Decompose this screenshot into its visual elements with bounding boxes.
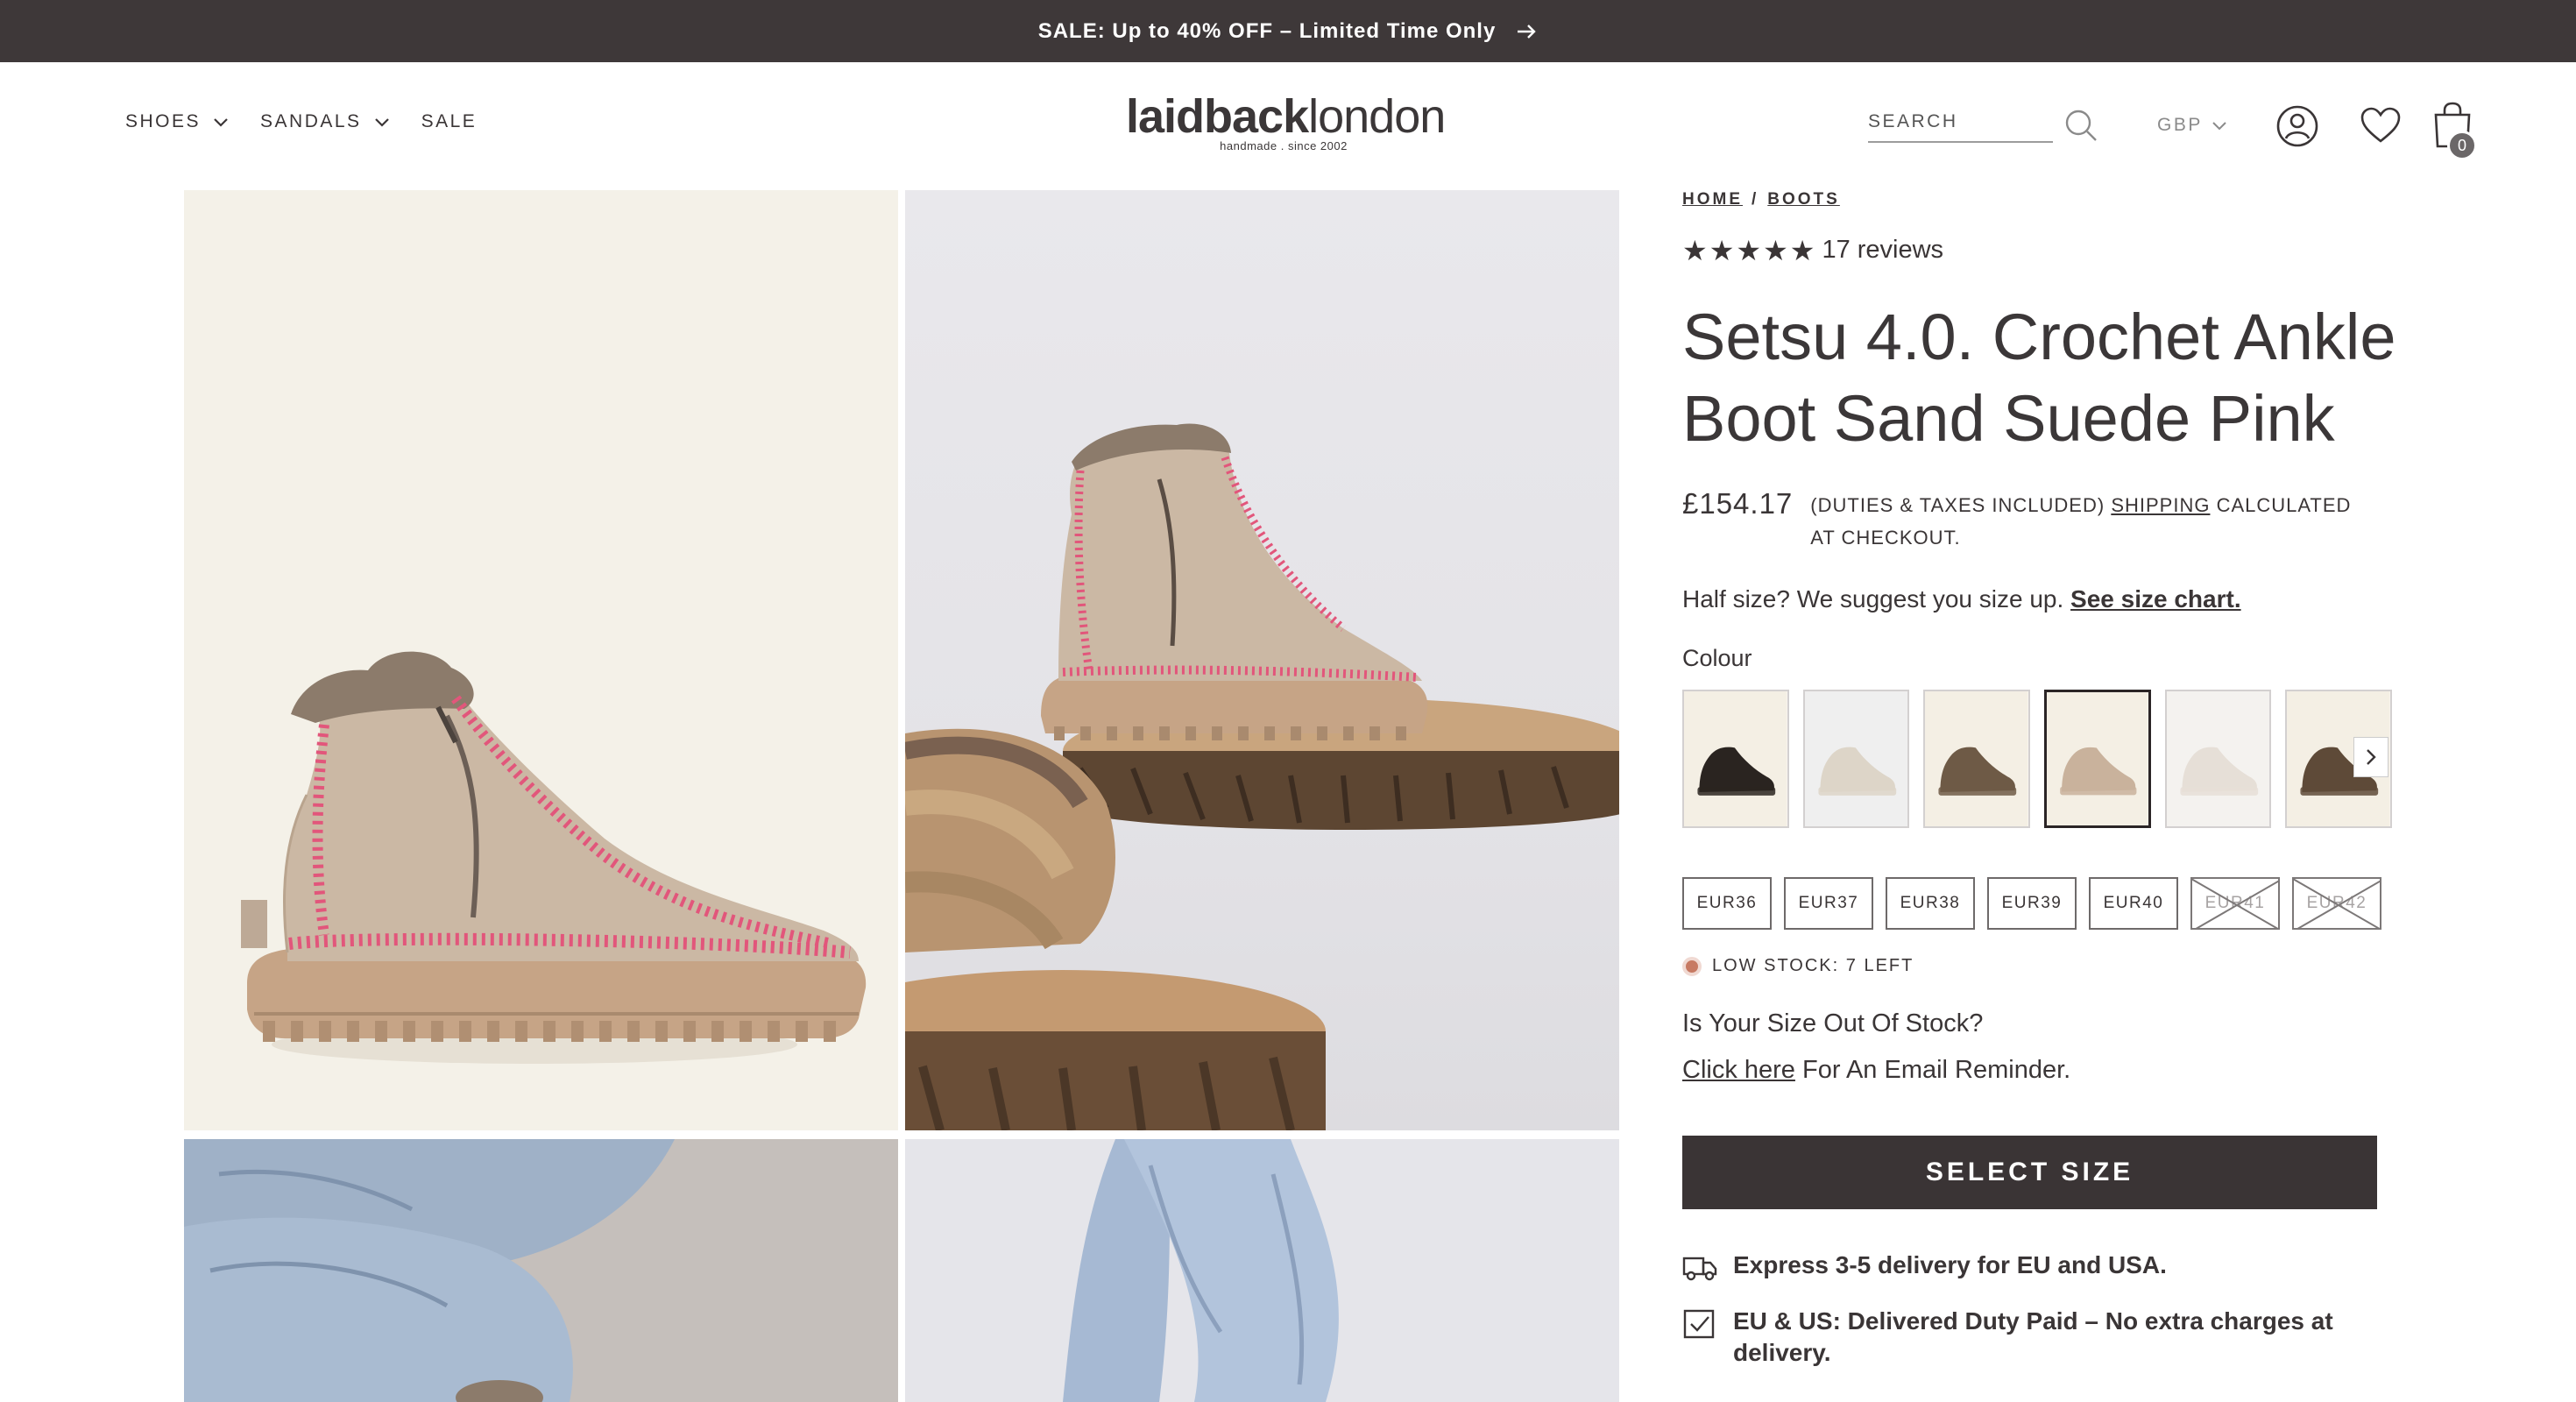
colour-label: Colour (1682, 645, 1752, 671)
colour-swatch-sand-pink[interactable] (2044, 690, 2151, 828)
announcement-bar[interactable]: SALE: Up to 40% OFF – Limited Time Only (0, 0, 2576, 62)
swatch-thumbnail (1804, 691, 1908, 826)
swatch-thumbnail (2047, 692, 2148, 825)
boot-on-log-illustration (905, 423, 1619, 1130)
product-image-worn-standing[interactable] (905, 1139, 1619, 1402)
colour-swatch-brown[interactable] (1923, 690, 2031, 828)
size-hint: Half size? We suggest you size up. See s… (1682, 585, 2396, 613)
chevron-down-icon (374, 118, 389, 127)
currency-selector[interactable]: GBP (2157, 115, 2227, 136)
product-title: Setsu 4.0. Crochet Ankle Boot Sand Suede… (1682, 301, 2396, 455)
nav-item-sandals[interactable]: SANDALS (260, 111, 390, 132)
swatch-thumbnail (2166, 691, 2270, 826)
out-of-stock-question: Is Your Size Out Of Stock? (1682, 1009, 1984, 1037)
perk-express-delivery: Express 3-5 delivery for EU and USA. (1682, 1250, 2392, 1283)
size-option-eur42[interactable]: EUR42 (2292, 877, 2381, 930)
price-row: £154.17 (DUTIES & TAXES INCLUDED) SHIPPI… (1682, 487, 2396, 554)
email-reminder-row: Click here For An Email Reminder. (1682, 1056, 2396, 1085)
perk-text: Express 3-5 delivery for EU and USA. (1733, 1251, 2167, 1278)
colour-swatches (1682, 690, 2393, 828)
nav-item-label: SANDALS (260, 111, 362, 131)
site-header: SHOES SANDALS SALE laidbacklondon handma… (0, 62, 2576, 190)
size-option-eur36[interactable]: EUR36 (1682, 877, 1772, 930)
chevron-down-icon (2212, 122, 2226, 131)
account-icon[interactable] (2275, 104, 2319, 148)
select-size-button[interactable]: SELECT SIZE (1682, 1136, 2377, 1209)
jeans-illustration (184, 1139, 898, 1402)
cart-count-badge: 0 (2447, 131, 2477, 160)
product-image-side-view[interactable] (184, 190, 898, 1130)
breadcrumb-boots-link[interactable]: BOOTS (1767, 190, 1840, 209)
tax-note: (DUTIES & TAXES INCLUDED) SHIPPING CALCU… (1810, 489, 2380, 554)
product-price: £154.17 (1682, 487, 1794, 520)
main-nav: SHOES SANDALS SALE (125, 111, 477, 132)
size-option-eur40[interactable]: EUR40 (2089, 877, 2178, 930)
colour-swatch-cream-lifestyle[interactable] (1802, 690, 1910, 828)
stock-status-dot (1682, 956, 1702, 976)
stock-text: LOW STOCK: 7 LEFT (1712, 956, 1914, 975)
search-input[interactable]: SEARCH (1868, 108, 2053, 143)
chevron-down-icon (214, 118, 228, 127)
currency-value: GBP (2157, 115, 2203, 135)
legs-illustration (905, 1139, 1619, 1402)
star-icon: ★ (1789, 234, 1815, 266)
star-icon: ★ (1682, 234, 1708, 266)
product-gallery (184, 190, 1619, 1402)
announcement-text: SALE: Up to 40% OFF – Limited Time Only (1037, 18, 1497, 43)
colour-swatch-off-white[interactable] (2164, 690, 2272, 828)
tax-note-text: (DUTIES & TAXES INCLUDED) (1810, 494, 2112, 516)
email-reminder-text: For An Email Reminder. (1794, 1056, 2071, 1084)
arrow-right-icon (1518, 24, 1537, 39)
size-option-eur39[interactable]: EUR39 (1987, 877, 2077, 930)
wishlist-heart-icon[interactable] (2360, 106, 2402, 145)
size-chart-link[interactable]: See size chart. (2070, 585, 2241, 612)
breadcrumb: HOME / BOOTS (1682, 190, 2396, 209)
star-icon: ★ (1709, 234, 1735, 266)
product-rating[interactable]: ★ ★ ★ ★ ★ 17 reviews (1682, 236, 2396, 265)
search-icon[interactable] (2063, 108, 2098, 143)
boot-illustration (241, 651, 867, 1064)
stock-indicator: LOW STOCK: 7 LEFT (1682, 956, 2396, 976)
email-reminder-link[interactable]: Click here (1682, 1056, 1795, 1084)
star-icon: ★ (1763, 234, 1788, 266)
product-image-lifestyle-log[interactable] (905, 190, 1619, 1130)
breadcrumb-separator: / (1752, 190, 1759, 209)
size-option-eur38[interactable]: EUR38 (1886, 877, 1975, 930)
nav-item-shoes[interactable]: SHOES (125, 111, 229, 132)
search-placeholder: SEARCH (1868, 111, 1958, 131)
colour-swatch-black[interactable] (1682, 690, 1789, 828)
swatch-thumbnail (1925, 691, 2029, 826)
swatch-thumbnail (1684, 691, 1787, 826)
perk-text: EU & US: Delivered Duty Paid – No extra … (1733, 1307, 2333, 1366)
product-details: HOME / BOOTS ★ ★ ★ ★ ★ 17 reviews Setsu 4.0.… (1682, 190, 2396, 1369)
breadcrumb-home-link[interactable]: HOME (1682, 190, 1743, 209)
shipping-link[interactable]: SHIPPING (2111, 494, 2210, 516)
rating-stars: ★ ★ ★ ★ ★ (1682, 237, 1815, 265)
size-option-eur37[interactable]: EUR37 (1784, 877, 1873, 930)
nav-item-label: SHOES (125, 111, 202, 131)
nav-item-label: SALE (421, 111, 478, 131)
site-logo[interactable]: laidbacklondon handmade . since 2002 (1126, 90, 1446, 152)
swatch-next-button[interactable] (2353, 737, 2388, 777)
checkbox-icon (1683, 1309, 1715, 1339)
nav-item-sale[interactable]: SALE (421, 111, 478, 132)
product-image-worn-jeans[interactable] (184, 1139, 898, 1402)
truck-icon (1682, 1257, 1717, 1281)
review-count: 17 reviews (1822, 236, 1944, 264)
logo-wordmark: laidbacklondon (1126, 90, 1446, 143)
chevron-right-icon (2367, 749, 2376, 765)
star-icon: ★ (1736, 234, 1762, 266)
size-option-eur41[interactable]: EUR41 (2190, 877, 2280, 930)
size-options: EUR36 EUR37 EUR38 EUR39 EUR40 EUR41 EUR42 (1682, 877, 2396, 930)
size-hint-text: Half size? We suggest you size up. (1682, 585, 2071, 612)
perk-duty-paid: EU & US: Delivered Duty Paid – No extra … (1682, 1306, 2392, 1369)
